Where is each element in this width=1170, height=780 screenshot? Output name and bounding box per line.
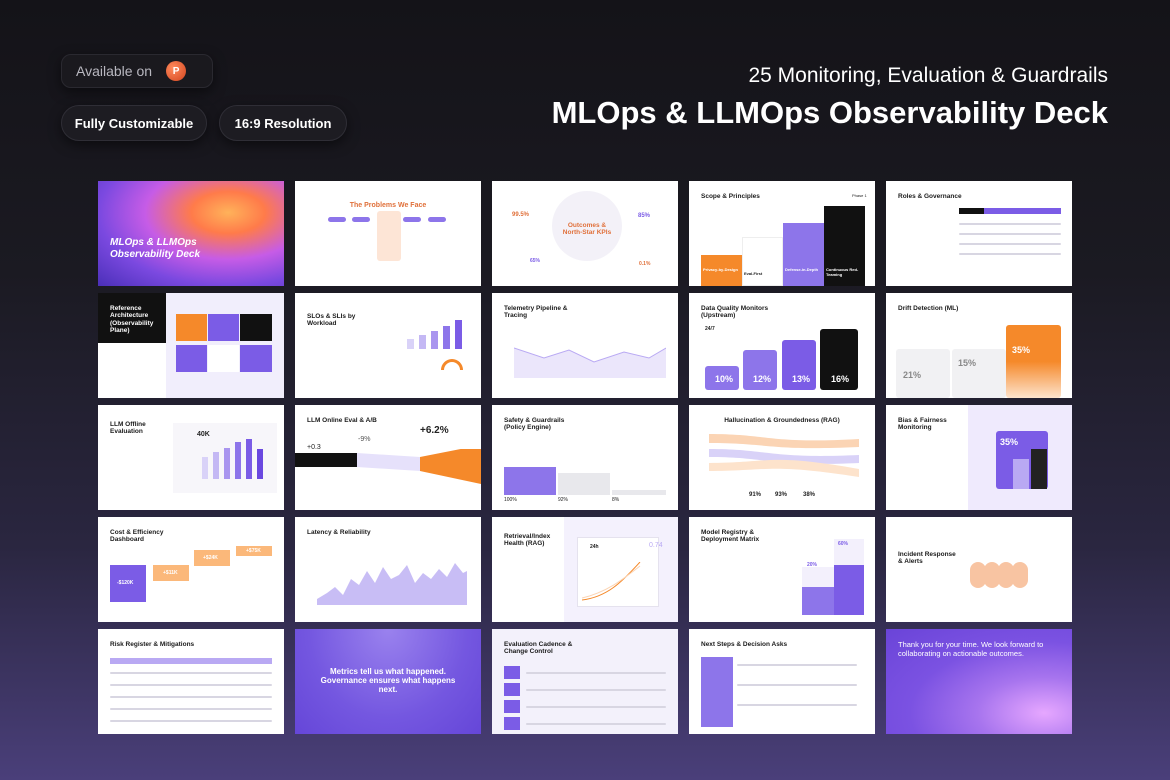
slide-thumbnail[interactable]: Thank you for your time. We look forward… [886, 629, 1072, 734]
page-title: MLOps & LLMOps Observability Deck [551, 95, 1108, 130]
slide-thumbnail[interactable]: Incident Response & Alerts [886, 517, 1072, 622]
available-on-badge: Available on P [61, 54, 213, 88]
slide-title: Outcomes & North-Star KPIs [562, 222, 612, 237]
slide-title: LLM Online Eval & A/B [307, 417, 377, 424]
slide-title: Metrics tell us what happened. Governanc… [320, 667, 456, 695]
slide-thumbnail[interactable]: Drift Detection (ML) 21% 15% 35% [886, 293, 1072, 398]
slide-title: Telemetry Pipeline & Tracing [504, 305, 568, 320]
slide-thumbnail[interactable]: Risk Register & Mitigations [98, 629, 284, 734]
slide-title: MLOps & LLMOps Observability Deck [110, 237, 201, 260]
slide-title: Reference Architecture (Observability Pl… [110, 305, 154, 335]
slide-thumbnail[interactable]: Metrics tell us what happened. Governanc… [295, 629, 481, 734]
slide-thumbnail[interactable]: Outcomes & North-Star KPIs 99.5% 85% 65%… [492, 181, 678, 286]
fully-customizable-badge: Fully Customizable [61, 105, 207, 141]
slide-title: Evaluation Cadence & Change Control [504, 641, 573, 656]
slide-thumbnail[interactable]: Hallucination & Groundedness (RAG) 91% 9… [689, 405, 875, 510]
slide-title: Data Quality Monitors (Upstream) [701, 305, 769, 320]
kpi-value: 85% [638, 213, 651, 219]
slide-title: Risk Register & Mitigations [110, 641, 195, 648]
resolution-badge: 16:9 Resolution [219, 105, 347, 141]
slide-thumbnail[interactable]: Telemetry Pipeline & Tracing [492, 293, 678, 398]
slide-thumbnail[interactable]: Bias & Fairness Monitoring 35% [886, 405, 1072, 510]
slide-thumbnail[interactable]: Model Registry & Deployment Matrix 20% 6… [689, 517, 875, 622]
slide-title: Hallucination & Groundedness (RAG) [724, 417, 840, 424]
slide-thumbnail[interactable]: Roles & Governance [886, 181, 1072, 286]
slide-title: Scope & Principles [701, 193, 760, 200]
slide-title: Next Steps & Decision Asks [701, 641, 788, 648]
slide-title: The Problems We Face [349, 202, 427, 209]
slide-title: Incident Response & Alerts [898, 551, 956, 566]
slide-thumbnail[interactable]: The Problems We Face [295, 181, 481, 286]
slide-title: LLM Offline Evaluation [110, 421, 146, 436]
slide-thumbnail[interactable]: MLOps & LLMOps Observability Deck [98, 181, 284, 286]
slide-thumbnail[interactable]: Scope & Principles Phase 1 Privacy-by-De… [689, 181, 875, 286]
slide-thumbnail[interactable]: Cost & Efficiency Dashboard -$120K +$11K… [98, 517, 284, 622]
slide-thumbnail[interactable]: Evaluation Cadence & Change Control [492, 629, 678, 734]
slide-thumbnail[interactable]: Data Quality Monitors (Upstream) 24/7 10… [689, 293, 875, 398]
slide-title: Drift Detection (ML) [898, 305, 959, 312]
slide-thumbnail[interactable]: LLM Online Eval & A/B +0.3 -9% +6.2% [295, 405, 481, 510]
kpi-value: 65% [530, 258, 541, 264]
slide-title: Model Registry & Deployment Matrix [701, 529, 760, 544]
slide-thumbnail[interactable]: LLM Offline Evaluation 40K [98, 405, 284, 510]
slide-title: Thank you for your time. We look forward… [898, 640, 1044, 658]
slide-thumbnail[interactable]: Next Steps & Decision Asks [689, 629, 875, 734]
slide-title: Cost & Efficiency Dashboard [110, 529, 164, 544]
slide-thumbnail[interactable]: Latency & Reliability [295, 517, 481, 622]
available-label: Available on [76, 63, 153, 79]
powerpoint-icon: P [166, 61, 187, 81]
slide-title: SLOs & SLIs by Workload [307, 313, 356, 328]
slide-thumbnail[interactable]: Reference Architecture (Observability Pl… [98, 293, 284, 398]
slide-title: Latency & Reliability [307, 529, 371, 536]
kpi-value: 99.5% [512, 212, 530, 218]
slide-title: Safety & Guardrails (Policy Engine) [504, 417, 565, 432]
slide-thumbnail[interactable]: Retrieval/Index Health (RAG) 24h 0.74 [492, 517, 678, 622]
page-subtitle: 25 Monitoring, Evaluation & Guardrails [748, 64, 1108, 87]
slide-title: Retrieval/Index Health (RAG) [504, 533, 551, 548]
slide-grid: MLOps & LLMOps Observability Deck The Pr… [98, 181, 1072, 734]
kpi-value: 0.1% [639, 261, 651, 267]
slide-thumbnail[interactable]: SLOs & SLIs by Workload [295, 293, 481, 398]
slide-title: Bias & Fairness Monitoring [898, 417, 947, 432]
slide-title: Roles & Governance [898, 193, 962, 200]
slide-thumbnail[interactable]: Safety & Guardrails (Policy Engine) 100%… [492, 405, 678, 510]
